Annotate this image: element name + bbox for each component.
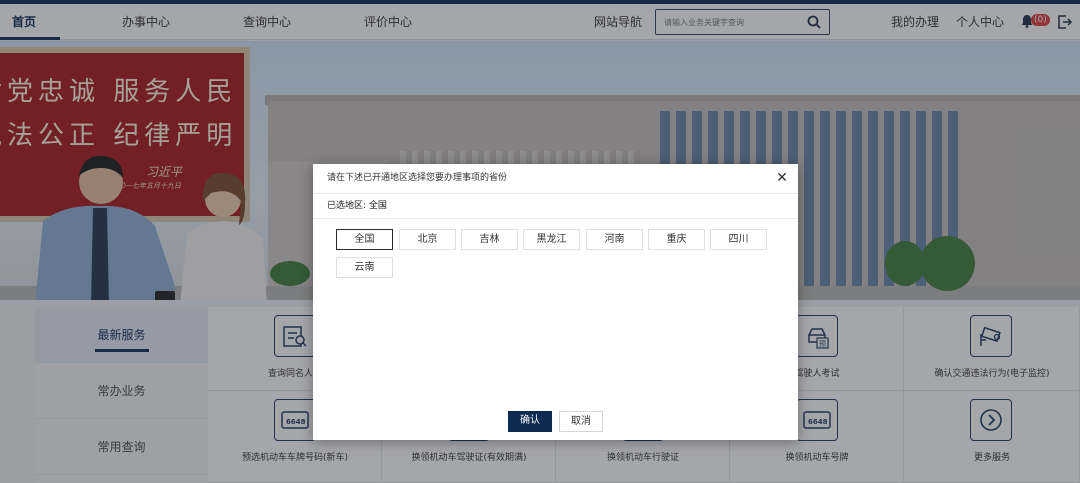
region-option-nationwide[interactable]: 全国 — [336, 229, 393, 250]
dialog-title: 请在下述已开通地区选择您要办理事项的省份 — [327, 173, 508, 183]
selected-region-prefix: 已选地区: — [327, 201, 369, 211]
region-select-dialog: 请在下述已开通地区选择您要办理事项的省份 ✕ 已选地区: 全国 全国 北京 吉林… — [313, 164, 798, 440]
cancel-button[interactable]: 取消 — [559, 411, 603, 432]
region-option-yunnan[interactable]: 云南 — [336, 257, 393, 278]
selected-region-line: 已选地区: 全国 — [327, 194, 387, 218]
region-option-heilongjiang[interactable]: 黑龙江 — [523, 229, 580, 250]
region-option-chongqing[interactable]: 重庆 — [648, 229, 705, 250]
divider — [313, 218, 798, 219]
region-option-beijing[interactable]: 北京 — [399, 229, 456, 250]
selected-region-value: 全国 — [368, 201, 387, 211]
region-option-jilin[interactable]: 吉林 — [461, 229, 518, 250]
region-option-sichuan[interactable]: 四川 — [710, 229, 767, 250]
region-option-henan[interactable]: 河南 — [586, 229, 643, 250]
confirm-button[interactable]: 确认 — [508, 411, 552, 432]
close-icon[interactable]: ✕ — [774, 170, 790, 186]
